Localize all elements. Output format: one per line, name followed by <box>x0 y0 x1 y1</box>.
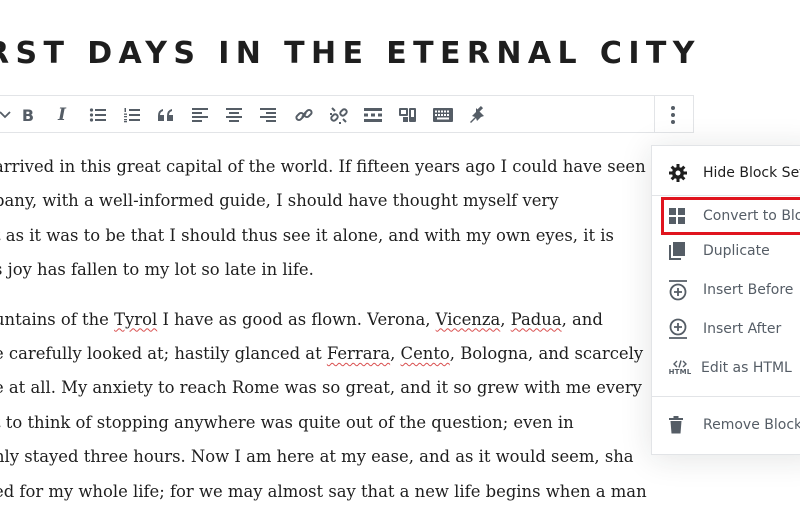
menu-item-label: Hide Block Setti <box>703 165 800 181</box>
text-segment: , Bologna, and scarcely <box>449 343 644 363</box>
more-options-button[interactable] <box>658 100 688 130</box>
italic-icon: I <box>58 105 66 125</box>
menu-divider <box>652 396 800 397</box>
keyboard-icon <box>433 108 453 122</box>
menu-item-label: Insert Before <box>703 282 794 298</box>
embed-button[interactable] <box>393 100 423 130</box>
link-button[interactable] <box>289 100 319 130</box>
chevron-down-icon[interactable] <box>0 105 12 123</box>
menu-item-label: Remove Block <box>703 417 800 433</box>
paragraph-block[interactable]: untains of the Tyrol I have as good as f… <box>0 303 674 509</box>
link-icon <box>295 108 313 122</box>
duplicate-item[interactable]: Duplicate <box>661 233 800 269</box>
html-badge-text: HTML <box>668 368 692 376</box>
pin-icon <box>470 105 484 123</box>
vertical-ellipsis-icon <box>671 106 675 124</box>
menu-item-label: Edit as HTML <box>701 360 792 376</box>
paragraph-block[interactable]: arrived in this great capital of the wor… <box>0 150 674 288</box>
text-segment: untains of the <box>0 309 115 329</box>
align-left-button[interactable] <box>185 100 215 130</box>
insert-before-icon <box>668 278 694 302</box>
italic-button[interactable]: I <box>47 100 77 130</box>
insert-after-icon <box>668 317 694 341</box>
toolbar-divider <box>654 96 655 132</box>
trash-icon <box>668 413 694 437</box>
block-toolbar: B I <box>0 95 694 133</box>
blocks-grid-icon <box>668 204 694 228</box>
quote-icon <box>158 109 173 121</box>
text-line: untains of the Tyrol I have as good as f… <box>0 303 674 337</box>
misspelled-word[interactable]: Cento <box>401 344 450 363</box>
text-segment: I have as good as flown. Verona, <box>157 309 436 329</box>
insert-before-item[interactable]: Insert Before <box>661 272 800 308</box>
post-content[interactable]: arrived in this great capital of the wor… <box>0 150 674 509</box>
unlink-icon <box>330 107 348 124</box>
gear-icon <box>668 161 694 185</box>
remove-block-item[interactable]: Remove Block <box>661 407 800 443</box>
misspelled-word[interactable]: Tyrol <box>114 310 157 329</box>
read-more-button[interactable] <box>358 100 388 130</box>
duplicate-icon <box>668 239 694 263</box>
unlink-button[interactable] <box>324 100 354 130</box>
html-icon: HTML <box>668 356 692 380</box>
pin-button[interactable] <box>462 100 492 130</box>
menu-divider <box>652 195 800 196</box>
align-center-icon <box>226 108 242 122</box>
text-line: e at all. My anxiety to reach Rome was s… <box>0 378 642 398</box>
numbered-list-button[interactable] <box>117 100 147 130</box>
keyboard-button[interactable] <box>428 100 458 130</box>
text-line: e carefully looked at; hastily glanced a… <box>0 337 674 371</box>
embed-icon <box>399 108 416 122</box>
text-line: nly stayed three hours. Now I am here at… <box>0 447 634 467</box>
bold-button[interactable]: B <box>13 100 43 130</box>
bold-icon: B <box>21 105 35 125</box>
misspelled-word[interactable]: Padua <box>511 310 562 329</box>
align-right-icon <box>260 108 276 122</box>
menu-item-label: Convert to Block <box>703 208 800 224</box>
misspelled-word[interactable]: Ferrara <box>327 344 390 363</box>
text-line: t as it was to be that I should thus see… <box>0 225 614 245</box>
numbered-list-icon <box>124 108 140 123</box>
text-line: pany, with a well-informed guide, I shou… <box>0 191 559 211</box>
post-title[interactable]: RST DAYS IN THE ETERNAL CITY <box>0 36 701 71</box>
bullet-list-icon <box>89 108 106 122</box>
insert-after-item[interactable]: Insert After <box>661 311 800 347</box>
text-line: s joy has fallen to my lot so late in li… <box>0 260 314 280</box>
convert-to-blocks-item[interactable]: Convert to Block <box>661 197 800 235</box>
bullet-list-button[interactable] <box>83 100 113 130</box>
quote-button[interactable] <box>151 100 181 130</box>
text-segment: , <box>390 343 401 363</box>
block-settings-menu: Hide Block Setti Convert to Block Duplic… <box>651 145 800 455</box>
text-segment: e carefully looked at; hastily glanced a… <box>0 343 327 363</box>
text-line: t to think of stopping anywhere was quit… <box>0 412 574 432</box>
misspelled-word[interactable]: Vicenza <box>436 310 501 329</box>
text-segment: , <box>500 309 511 329</box>
hide-block-settings-item[interactable]: Hide Block Setti <box>661 155 800 191</box>
text-line: arrived in this great capital of the wor… <box>0 157 646 176</box>
read-more-icon <box>364 108 382 122</box>
align-right-button[interactable] <box>253 100 283 130</box>
align-center-button[interactable] <box>219 100 249 130</box>
text-segment: , and <box>561 309 603 329</box>
edit-as-html-item[interactable]: HTML Edit as HTML <box>661 350 800 386</box>
menu-item-label: Insert After <box>703 321 782 337</box>
align-left-icon <box>192 108 208 122</box>
menu-item-label: Duplicate <box>703 243 770 259</box>
